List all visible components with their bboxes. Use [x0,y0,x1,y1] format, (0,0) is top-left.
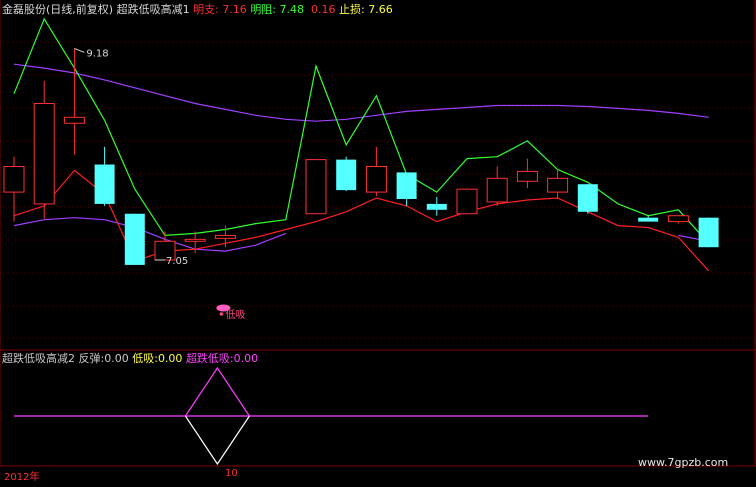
low-price-label: 7.05 [166,256,188,267]
candle-body-6 [184,238,206,242]
candle-body-4 [124,213,145,265]
stock-chart: 9.18 7.05 低吸 [0,0,756,467]
indicator-name: 超跌低吸高减1 [116,3,190,16]
high-arrow [74,47,85,53]
sub-diamond-bottom [184,415,250,466]
candle-body-0 [3,166,25,193]
month-axis-label: 10 [225,468,238,479]
field4-label: 止损: [339,3,365,16]
candle-body-21 [638,217,659,222]
candle-body-10 [305,159,327,215]
candle-body-14 [426,203,447,210]
lower-band-line-0 [13,217,287,252]
candle-body-15 [456,188,478,215]
sub-field2-label: 低吸: [132,352,158,365]
candle-body-1 [33,103,55,205]
sub-chart-header: 超跌低吸高减2 反弹:0.00 低吸:0.00 超跌低吸:0.00 [2,352,258,366]
high-price-label: 9.18 [86,48,108,59]
main-chart-header: 金磊股份(日线,前复权) 超跌低吸高减1 明支: 7.16 明阻: 7.48 0… [2,3,393,17]
candle-body-23 [698,217,719,248]
field2-label: 明阻: [250,3,277,16]
sub-field1-label: 反弹: [78,352,105,365]
candle-body-7 [214,234,236,239]
field3-value: 0.16 [311,3,336,16]
upper-band-line-0 [13,63,709,122]
sub-diamond-top [184,366,250,417]
green-resistance-line-0 [13,17,710,244]
sub-field3-value: 0.00 [233,352,259,365]
sub-field2-value: 0.00 [157,352,183,365]
stock-title: 金磊股份(日线,前复权) [2,3,114,16]
candle-body-16 [486,177,508,203]
candle-body-11 [336,159,357,191]
watermark: www.7gpzb.com [638,456,729,469]
sub-field3-label: 超跌低吸: [185,352,234,365]
candlesticks [3,48,719,265]
candle-body-19 [577,184,598,212]
red-support-line-0 [13,169,710,272]
candle-body-22 [667,215,689,223]
field4-value: 7.66 [368,3,393,16]
candle-body-3 [94,164,115,204]
sub-indicator-name: 超跌低吸高减2 [2,352,75,365]
candle-body-18 [547,177,569,193]
sub-indicator-pane [14,366,648,466]
buy-signal-dot [219,312,224,316]
candle-body-2 [63,116,85,124]
signal-lines [13,17,710,272]
sub-field1-value: 0.00 [104,352,129,365]
buy-signal-label: 低吸 [225,308,245,321]
indicator-tab-bar: 指标模板筹码异动MACDKDJRSIBOLL波段量能博弈大单买卖主力辅助SARW… [0,481,756,487]
field2-value: 7.48 [279,3,305,16]
grid-lines [0,0,756,467]
field1-value: 7.16 [222,3,247,16]
candle-body-17 [516,170,538,182]
field1-label: 明支: [193,3,219,16]
candle-body-12 [365,166,387,193]
candle-body-13 [396,172,417,199]
